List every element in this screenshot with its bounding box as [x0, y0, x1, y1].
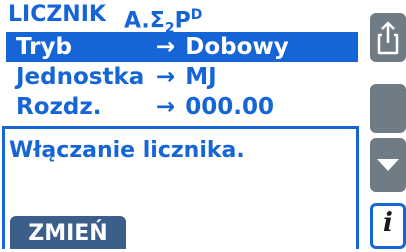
- info-button[interactable]: i: [370, 203, 406, 249]
- triangle-down-icon: [377, 159, 399, 171]
- param-row-rozdz[interactable]: Rozdz. → 000.00: [6, 92, 358, 122]
- channel-superscript: D: [190, 7, 203, 23]
- param-label: Tryb: [16, 34, 72, 60]
- change-button[interactable]: ZMIEŃ: [10, 216, 126, 249]
- param-value: → Dobowy: [156, 32, 289, 62]
- arrow-right-icon: →: [156, 34, 176, 60]
- param-label: Jednostka: [16, 64, 145, 90]
- blank-button[interactable]: [370, 84, 406, 133]
- device-screen: LICZNIK A.Σ2PD Tryb → Dobowy Jednostka → M…: [0, 0, 406, 249]
- param-value: → MJ: [156, 62, 217, 92]
- channel-prefix: A.Σ: [124, 8, 165, 34]
- export-button[interactable]: [370, 13, 406, 62]
- param-row-jednostka[interactable]: Jednostka → MJ: [6, 62, 358, 92]
- param-value-text: 000.00: [185, 94, 275, 120]
- param-label: Rozdz.: [16, 94, 102, 120]
- screen-title: LICZNIK: [8, 2, 106, 27]
- info-icon: i: [383, 208, 393, 238]
- help-text: Włączanie licznika.: [9, 138, 245, 163]
- param-value-text: MJ: [185, 64, 217, 90]
- param-row-tryb[interactable]: Tryb → Dobowy: [6, 32, 358, 62]
- arrow-right-icon: →: [156, 94, 176, 120]
- title-bar: LICZNIK A.Σ2PD: [0, 0, 358, 37]
- change-button-label: ZMIEŃ: [28, 221, 108, 246]
- arrow-right-icon: →: [156, 64, 176, 90]
- channel-main: P: [174, 8, 191, 34]
- down-button[interactable]: [370, 138, 406, 192]
- export-icon: [377, 21, 399, 55]
- param-value-text: Dobowy: [185, 34, 289, 60]
- param-value: → 000.00: [156, 92, 274, 122]
